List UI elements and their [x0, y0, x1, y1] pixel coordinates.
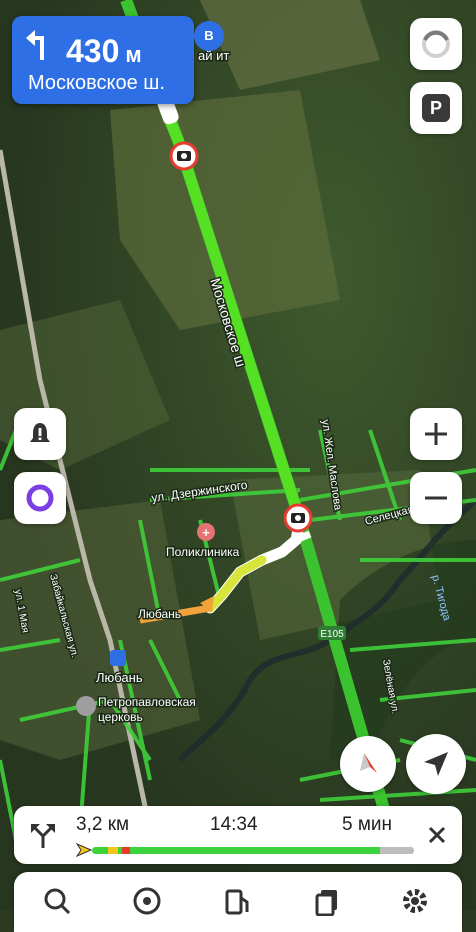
speed-camera-icon: [283, 503, 313, 533]
map-label-town: Любань: [96, 670, 143, 685]
map-label-station: Любань: [138, 607, 181, 621]
alice-icon: [26, 484, 54, 512]
map-label-poi: Петропавловская: [98, 695, 196, 709]
tab-fuel[interactable]: [220, 886, 254, 920]
zoom-out-icon: [425, 496, 447, 500]
map-view[interactable]: + ай ит Московское ш ул. Дзержинского По…: [0, 0, 476, 910]
alternate-route-icon[interactable]: [28, 820, 58, 850]
tab-music[interactable]: [130, 886, 164, 920]
maneuver-unit: м: [125, 42, 142, 67]
route-duration: 5 мин: [342, 814, 393, 835]
compass-icon: [360, 753, 377, 773]
locate-icon: [424, 752, 448, 776]
traffic-red-segment: [122, 847, 130, 854]
tab-settings[interactable]: [398, 886, 432, 920]
maneuver-card[interactable]: 430 м Московское ш.: [12, 16, 194, 104]
compass-button[interactable]: [340, 736, 396, 792]
svg-text:+: +: [202, 525, 210, 540]
route-distance: 3,2 км: [76, 814, 130, 835]
report-alert-button[interactable]: [14, 408, 66, 460]
parking-button[interactable]: P: [410, 82, 462, 134]
parking-icon: P: [422, 94, 450, 122]
alice-assistant-button[interactable]: [14, 472, 66, 524]
road-shield-label: E105: [320, 629, 344, 640]
arrival-time: 14:34: [210, 814, 258, 835]
waypoint-marker[interactable]: B: [194, 21, 224, 51]
fuel-icon: [225, 889, 249, 915]
music-icon: [133, 887, 161, 915]
maneuver-distance-row: 430 м: [26, 28, 142, 70]
route-info-panel[interactable]: 3,2 км 14:34 5 мин: [14, 806, 462, 864]
church-icon: [76, 696, 96, 716]
maneuver-distance: 430: [66, 33, 120, 69]
locate-button[interactable]: [406, 734, 466, 794]
zoom-in-button[interactable]: [410, 408, 462, 460]
map-label-poi: церковь: [98, 710, 143, 724]
settings-icon: [403, 889, 427, 913]
loading-button[interactable]: [410, 18, 462, 70]
search-icon: [44, 888, 71, 915]
maneuver-street: Московское ш.: [28, 72, 165, 94]
close-icon[interactable]: [426, 824, 448, 846]
tab-bookmarks[interactable]: [310, 886, 344, 920]
tab-search[interactable]: [40, 886, 74, 920]
speed-camera-icon: [169, 141, 199, 171]
alert-icon: [30, 423, 50, 442]
turn-left-icon: [26, 30, 44, 60]
map-label-poi: Поликлиника: [166, 545, 240, 559]
route-progress-bar: [92, 847, 414, 854]
position-marker-icon: [76, 843, 92, 857]
copy-icon: [315, 890, 337, 916]
loading-spinner-icon: [422, 30, 450, 58]
zoom-in-icon: [425, 423, 447, 445]
train-station-icon: [110, 650, 126, 666]
traffic-yellow-segment: [108, 847, 118, 854]
bottom-tab-bar: [14, 872, 462, 932]
route-end-segment: [380, 847, 414, 854]
zoom-out-button[interactable]: [410, 472, 462, 524]
